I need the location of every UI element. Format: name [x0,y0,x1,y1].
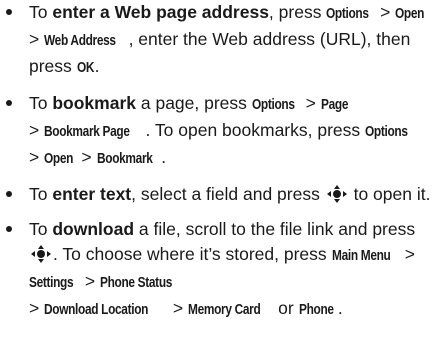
softkey-label: Options [326,6,369,22]
softkey-label: Web Address [44,33,116,49]
text: , press [268,2,327,22]
text: To [29,2,53,22]
navigation-key-icon [30,245,52,263]
softkey-label: Main Menu [331,248,391,264]
text: > [300,93,321,113]
text: > [29,298,45,318]
text: or [273,298,299,318]
softkey-label: Memory Card [187,302,261,318]
bullet-icon [6,9,12,15]
list-item-enter-web-address: To enter a Web page address, press Optio… [0,0,448,81]
text: > [168,298,188,318]
bullet-icon [6,191,12,197]
document-page: To enter a Web page address, press Optio… [0,0,448,349]
text: > [80,271,100,291]
text: > [29,147,45,167]
text: To [29,184,53,204]
text: To [29,93,53,113]
bullet-icon [6,100,12,106]
softkey-label: Settings [29,275,74,291]
emphasis-text: enter text [52,184,132,204]
list-item-download: To download a file, scroll to the file l… [0,217,448,323]
text: . [94,56,100,76]
softkey-label: Phone Status [99,275,172,291]
softkey-label: Download Location [44,302,149,318]
list-item-enter-text: To enter text, select a field and press … [0,182,448,207]
text: > [29,120,45,140]
text: a page, press [136,93,252,113]
text: . [337,298,343,318]
emphasis-text: download [52,219,135,239]
softkey-label: Phone [298,302,334,318]
softkey-label: Page [320,97,348,113]
navigation-key-icon [326,185,348,203]
softkey-label: Bookmark Page [44,124,130,140]
text: > [76,147,97,167]
emphasis-text: bookmark [52,93,136,113]
instruction-list: To enter a Web page address, press Optio… [0,0,448,323]
text: . To open bookmarks, press [145,120,366,140]
text: To [29,219,53,239]
softkey-label: Options [251,97,295,113]
text: to open it. [348,184,431,204]
list-item-bookmark: To bookmark a page, press Options > Page… [0,91,448,172]
text: a file, scroll to the file link and pres… [134,219,416,239]
bullet-icon [6,226,12,232]
softkey-label: Bookmark [96,151,153,167]
text: > [375,2,396,22]
text: > [399,244,415,264]
text: . [161,147,167,167]
text: > [29,29,45,49]
softkey-label: Open [395,6,425,22]
emphasis-text: enter a Web page address [52,2,269,22]
text: . To choose where it’s stored, press [53,244,332,264]
softkey-label: OK [76,60,95,76]
text: , select a field and press [131,184,325,204]
softkey-label: Open [44,151,74,167]
softkey-label: Options [365,124,408,140]
